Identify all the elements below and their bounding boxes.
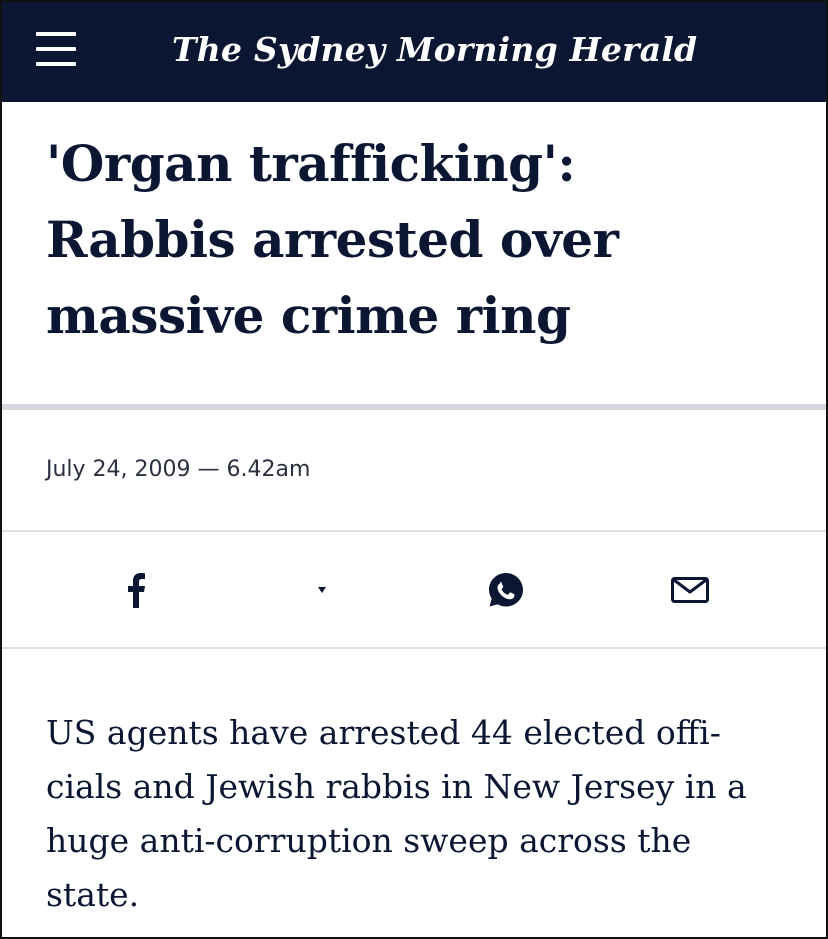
facebook-share-button[interactable] bbox=[96, 532, 176, 647]
article-body: US agents have arrested 44 elected offi-… bbox=[46, 706, 786, 922]
headline-divider bbox=[0, 404, 828, 410]
email-icon bbox=[671, 576, 709, 603]
whatsapp-icon bbox=[489, 572, 523, 606]
menu-bar bbox=[36, 62, 76, 66]
whatsapp-share-button[interactable] bbox=[466, 532, 546, 647]
body-line: cials and Jewish rabbis in New Jersey in… bbox=[46, 767, 747, 806]
headline-line: massive crime ring bbox=[46, 286, 571, 345]
headline-line: Rabbis arrested over bbox=[46, 210, 619, 269]
share-divider-bottom bbox=[0, 647, 828, 649]
body-line: huge anti-corruption sweep across the bbox=[46, 821, 692, 860]
menu-bar bbox=[36, 32, 76, 36]
share-bar bbox=[0, 532, 828, 647]
body-line: state. bbox=[46, 875, 140, 914]
site-header: The Sydney Morning Herald bbox=[0, 0, 828, 102]
twitter-share-button[interactable] bbox=[282, 532, 362, 647]
menu-bar bbox=[36, 47, 76, 51]
twitter-icon bbox=[318, 586, 326, 593]
article-headline: 'Organ trafficking': Rabbis arrested ove… bbox=[46, 126, 806, 354]
article-dateline: July 24, 2009 — 6.42am bbox=[46, 457, 311, 482]
facebook-icon bbox=[128, 572, 145, 608]
headline-line: 'Organ trafficking': bbox=[46, 134, 576, 193]
hamburger-menu-icon[interactable] bbox=[36, 32, 76, 68]
email-share-button[interactable] bbox=[650, 532, 730, 647]
body-line: US agents have arrested 44 elected offi- bbox=[46, 713, 721, 752]
masthead-logo[interactable]: The Sydney Morning Herald bbox=[172, 22, 697, 78]
